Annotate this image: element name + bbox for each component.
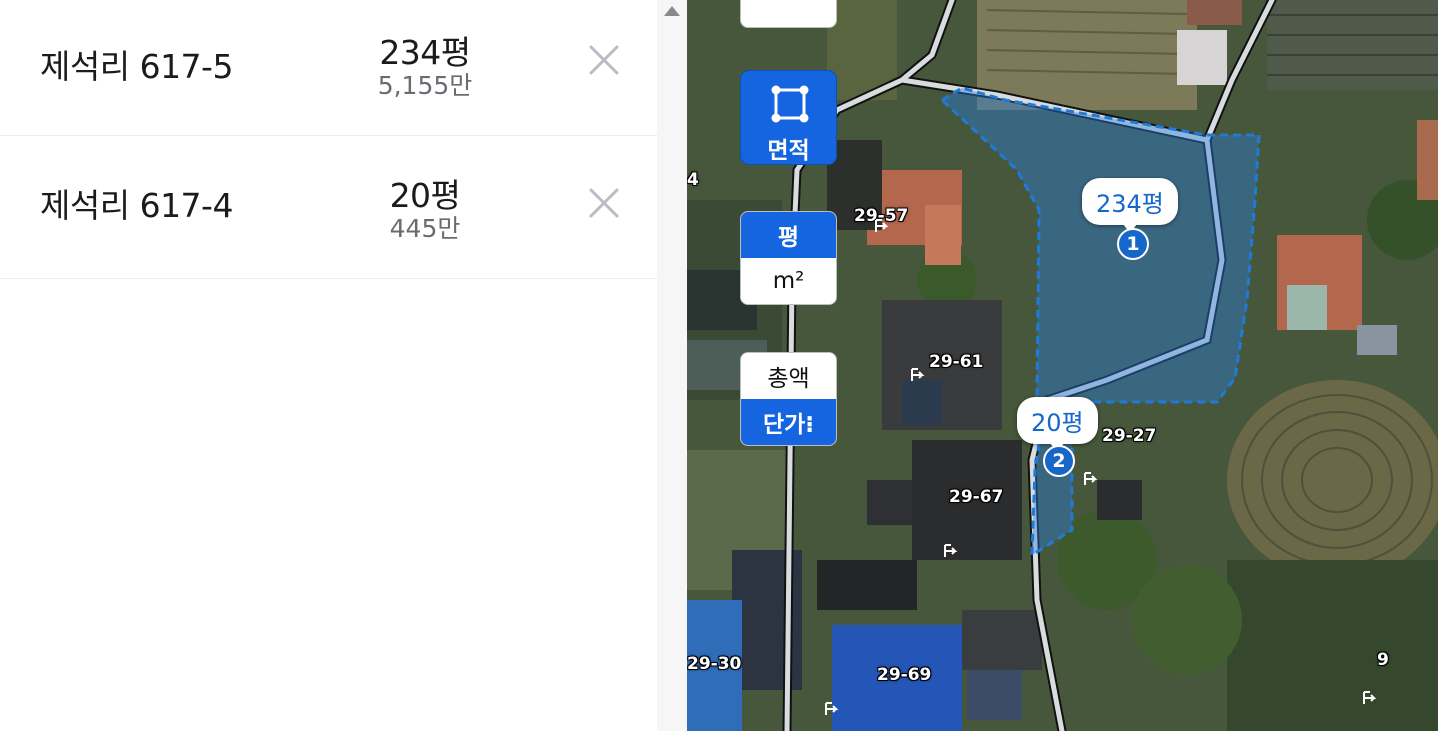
map-tool-button[interactable] — [740, 0, 837, 28]
close-icon — [589, 188, 619, 218]
price-mode-toggle: 총액 단가⁝ — [740, 352, 837, 446]
list-scrollbar[interactable] — [657, 0, 687, 731]
lot-pin-icon — [944, 544, 958, 557]
lot-number-label: 4 — [687, 170, 699, 190]
unit-pyeong-option[interactable]: 평 — [741, 212, 836, 258]
parcel-price: 445만 — [389, 214, 461, 243]
parcel-row[interactable]: 제석리 617-5 234평 5,155만 — [0, 0, 657, 136]
close-icon — [589, 45, 619, 75]
remove-parcel-button[interactable] — [584, 40, 624, 80]
lot-number-label: 29-27 — [1102, 426, 1157, 446]
satellite-map[interactable]: 29-57 29-61 29-27 29-67 29-30 29-69 9 4 … — [687, 0, 1438, 731]
parcel-address: 제석리 617-4 — [40, 186, 233, 225]
unit-sqm-option[interactable]: m² — [741, 258, 836, 304]
lot-pin-icon — [1363, 691, 1377, 704]
lot-number-label: 9 — [1377, 650, 1389, 670]
parcel-row[interactable]: 제석리 617-4 20평 445만 — [0, 136, 657, 279]
unit-toggle: 평 m² — [740, 211, 837, 305]
parcel-marker[interactable]: 2 — [1043, 445, 1075, 477]
lot-number-label: 29-69 — [877, 665, 932, 685]
area-measure-button[interactable]: 면적 — [740, 70, 837, 165]
lot-pin-icon — [825, 702, 839, 715]
polygon-select-icon — [771, 85, 809, 123]
parcel-area-callout[interactable]: 20평 — [1017, 397, 1098, 452]
parcel-price: 5,155만 — [377, 71, 473, 100]
selected-parcels-panel: 제석리 617-5 234평 5,155만 제석리 617-4 20평 445만 — [0, 0, 657, 731]
lot-pin-icon — [875, 219, 889, 232]
unit-price-option[interactable]: 단가⁝ — [741, 399, 836, 445]
parcel-marker[interactable]: 1 — [1117, 228, 1149, 260]
total-price-option[interactable]: 총액 — [741, 353, 836, 399]
area-measure-label: 면적 — [767, 138, 810, 164]
lot-pin-icon — [1084, 472, 1098, 485]
lot-pin-icon — [911, 368, 925, 381]
parcel-area-callout[interactable]: 234평 — [1082, 178, 1178, 233]
lot-number-label: 29-30 — [687, 654, 742, 674]
parcel-address: 제석리 617-5 — [40, 47, 233, 86]
scroll-up-arrow-icon[interactable] — [663, 4, 681, 18]
remove-parcel-button[interactable] — [584, 183, 624, 223]
lot-number-label: 29-67 — [949, 487, 1004, 507]
lot-number-label: 29-61 — [929, 352, 984, 372]
